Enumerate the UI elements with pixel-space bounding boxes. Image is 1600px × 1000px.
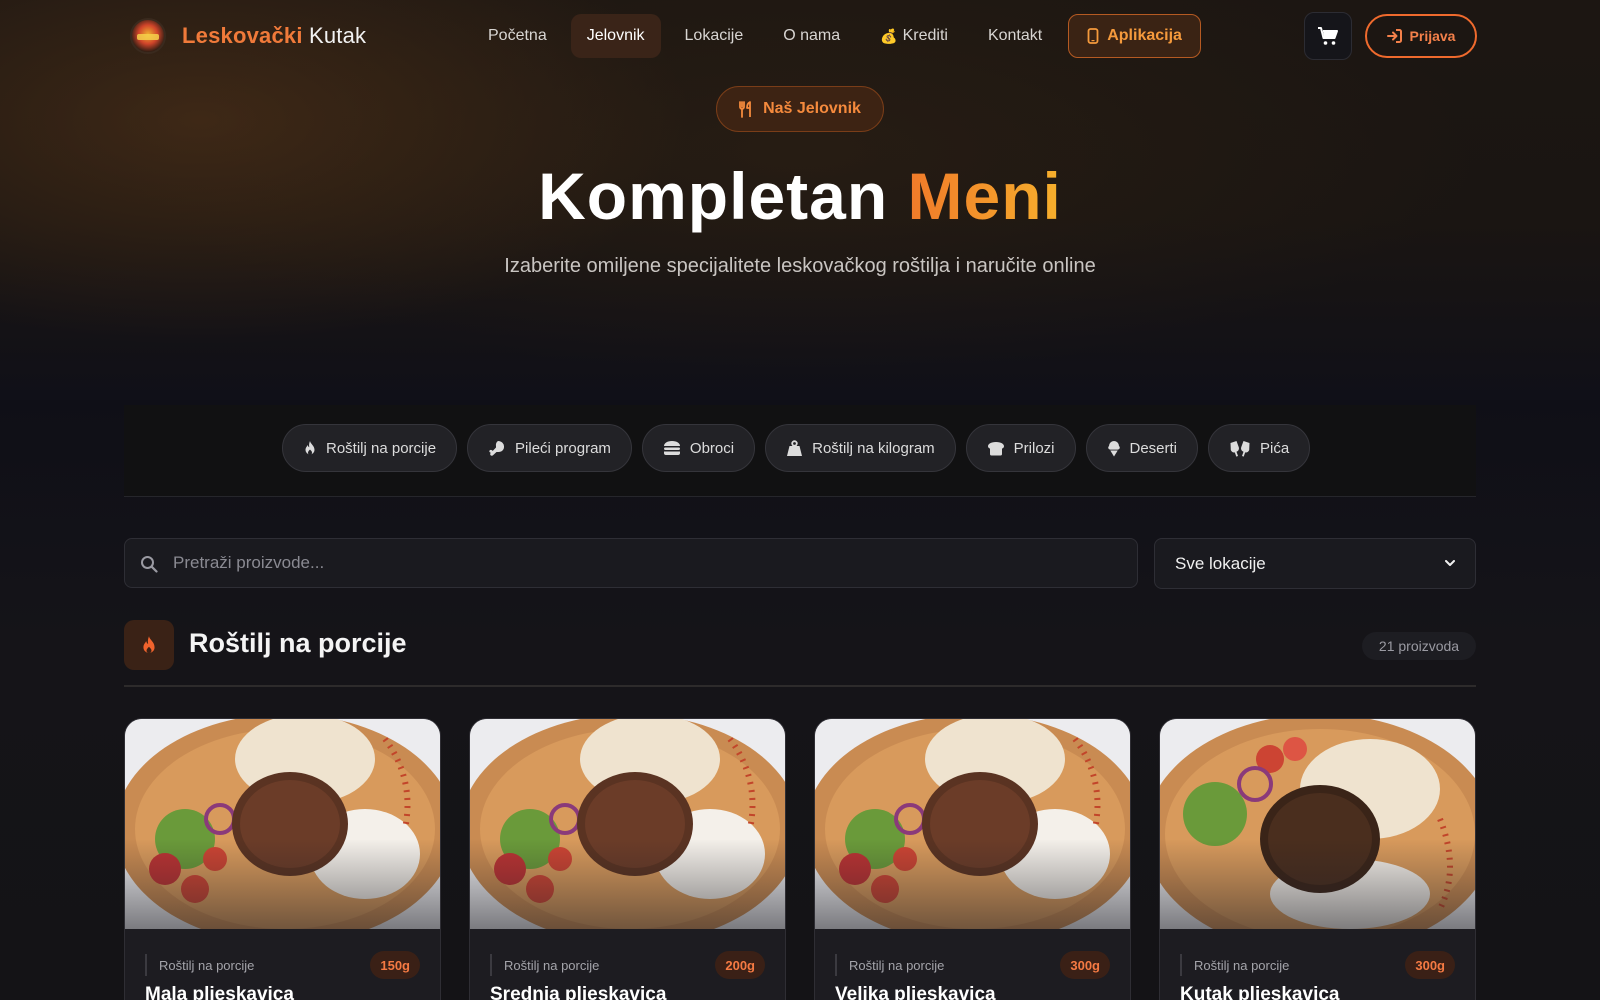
app-button-label: Aplikacija (1107, 27, 1182, 44)
category-tab-label: Deserti (1129, 439, 1178, 457)
category-tab-label: Prilozi (1013, 439, 1055, 457)
image-shade (470, 839, 785, 929)
section-title: Roštilj na porcije (189, 628, 407, 658)
product-card[interactable]: Roštilj na porcije 150g Mala pljeskavica (124, 718, 441, 1000)
product-card[interactable]: Roštilj na porcije 300g Velika pljeskavi… (814, 718, 1131, 1000)
page-title: Kompletan Meni (0, 158, 1600, 234)
product-name: Mala pljeskavica (145, 984, 294, 1000)
product-weight-badge: 150g (370, 951, 420, 979)
location-select[interactable]: Sve lokacije (1154, 538, 1476, 589)
bread-icon (987, 441, 1004, 455)
image-shade (815, 839, 1130, 929)
burger-icon (663, 441, 680, 455)
utensils-icon (739, 100, 751, 118)
product-image (470, 719, 785, 929)
top-navbar: Leskovački Kutak Početna Jelovnik Lokaci… (0, 0, 1600, 72)
section-icon (124, 620, 174, 670)
main-menu: Početna Jelovnik Lokacije O nama 💰 Kredi… (472, 14, 1209, 58)
product-count-badge: 21 proizvoda (1362, 632, 1476, 660)
drumstick-icon (489, 440, 505, 456)
product-category: Roštilj na porcije (490, 954, 599, 976)
product-name: Srednja pljeskavica (490, 984, 667, 1000)
ice-cream-icon (1107, 441, 1120, 457)
brand-name: Leskovački Kutak (182, 23, 366, 49)
product-card[interactable]: Roštilj na porcije 300g Kutak pljeskavic… (1159, 718, 1476, 1000)
product-card[interactable]: Roštilj na porcije 200g Srednja pljeskav… (469, 718, 786, 1000)
product-image (1160, 719, 1475, 929)
location-select-value: Sve lokacije (1175, 553, 1266, 573)
chevron-down-icon (1445, 560, 1455, 566)
weight-icon (787, 439, 803, 456)
login-button[interactable]: Prijava (1365, 14, 1477, 58)
fire-icon (305, 440, 315, 455)
nav-item-o-nama[interactable]: O nama (767, 14, 856, 58)
nav-item-krediti-label: Krediti (902, 27, 948, 44)
section-pill: Naš Jelovnik (716, 86, 884, 132)
glasses-icon (1230, 440, 1250, 457)
category-tab-prilozi[interactable]: Prilozi (965, 424, 1076, 472)
cart-icon (1318, 27, 1338, 45)
category-tab-rostilj-kilogram[interactable]: Roštilj na kilogram (765, 424, 956, 472)
product-weight-badge: 300g (1405, 951, 1455, 979)
cart-button[interactable] (1304, 12, 1352, 60)
section-divider (124, 685, 1476, 687)
nav-item-pocetna[interactable]: Početna (472, 14, 563, 58)
category-tab-label: Roštilj na kilogram (812, 439, 935, 457)
search-icon (141, 556, 158, 573)
nav-item-krediti[interactable]: 💰 Krediti (864, 14, 964, 58)
category-tab-label: Pileći program (515, 439, 611, 457)
search-input[interactable] (173, 539, 1123, 587)
search-box (124, 538, 1138, 588)
section-pill-label: Naš Jelovnik (763, 100, 861, 117)
product-category: Roštilj na porcije (835, 954, 944, 976)
product-image (815, 719, 1130, 929)
brand-name-part1: Leskovački (182, 23, 303, 48)
product-category: Roštilj na porcije (145, 954, 254, 976)
login-button-label: Prijava (1409, 28, 1456, 44)
brand[interactable]: Leskovački Kutak (130, 18, 366, 54)
sign-in-icon (1386, 29, 1402, 43)
product-category: Roštilj na porcije (1180, 954, 1289, 976)
product-image (125, 719, 440, 929)
category-tab-rostilj-porcije[interactable]: Roštilj na porcije (282, 424, 458, 472)
nav-item-jelovnik[interactable]: Jelovnik (570, 14, 661, 58)
page-title-accent: Meni (907, 159, 1062, 233)
category-tab-pileci-program[interactable]: Pileći program (467, 424, 632, 472)
product-name: Velika pljeskavica (835, 984, 996, 1000)
category-tab-label: Pića (1260, 439, 1290, 457)
category-tab-label: Obroci (689, 439, 735, 457)
phone-icon (1087, 28, 1099, 44)
category-tab-label: Roštilj na porcije (326, 439, 437, 457)
app-button[interactable]: Aplikacija (1068, 14, 1201, 58)
logo-icon (130, 18, 166, 54)
page-title-main: Kompletan (538, 159, 889, 233)
money-bag-icon: 💰 (880, 27, 898, 44)
product-name: Kutak pljeskavica (1180, 984, 1340, 1000)
brand-name-part2: Kutak (308, 23, 367, 48)
nav-item-lokacije[interactable]: Lokacije (669, 14, 760, 58)
fire-icon (143, 635, 155, 653)
page-subtitle: Izaberite omiljene specijalitete leskova… (504, 255, 1096, 277)
nav-item-kontakt[interactable]: Kontakt (972, 14, 1058, 58)
image-shade (125, 839, 440, 929)
image-shade (1160, 839, 1475, 929)
category-tab-obroci[interactable]: Obroci (641, 424, 756, 472)
category-tabs: Roštilj na porcije Pileći program Obroci… (282, 424, 1311, 472)
category-tab-pica[interactable]: Pića (1208, 424, 1311, 472)
category-tab-deserti[interactable]: Deserti (1085, 424, 1199, 472)
product-weight-badge: 200g (715, 951, 765, 979)
product-weight-badge: 300g (1060, 951, 1110, 979)
